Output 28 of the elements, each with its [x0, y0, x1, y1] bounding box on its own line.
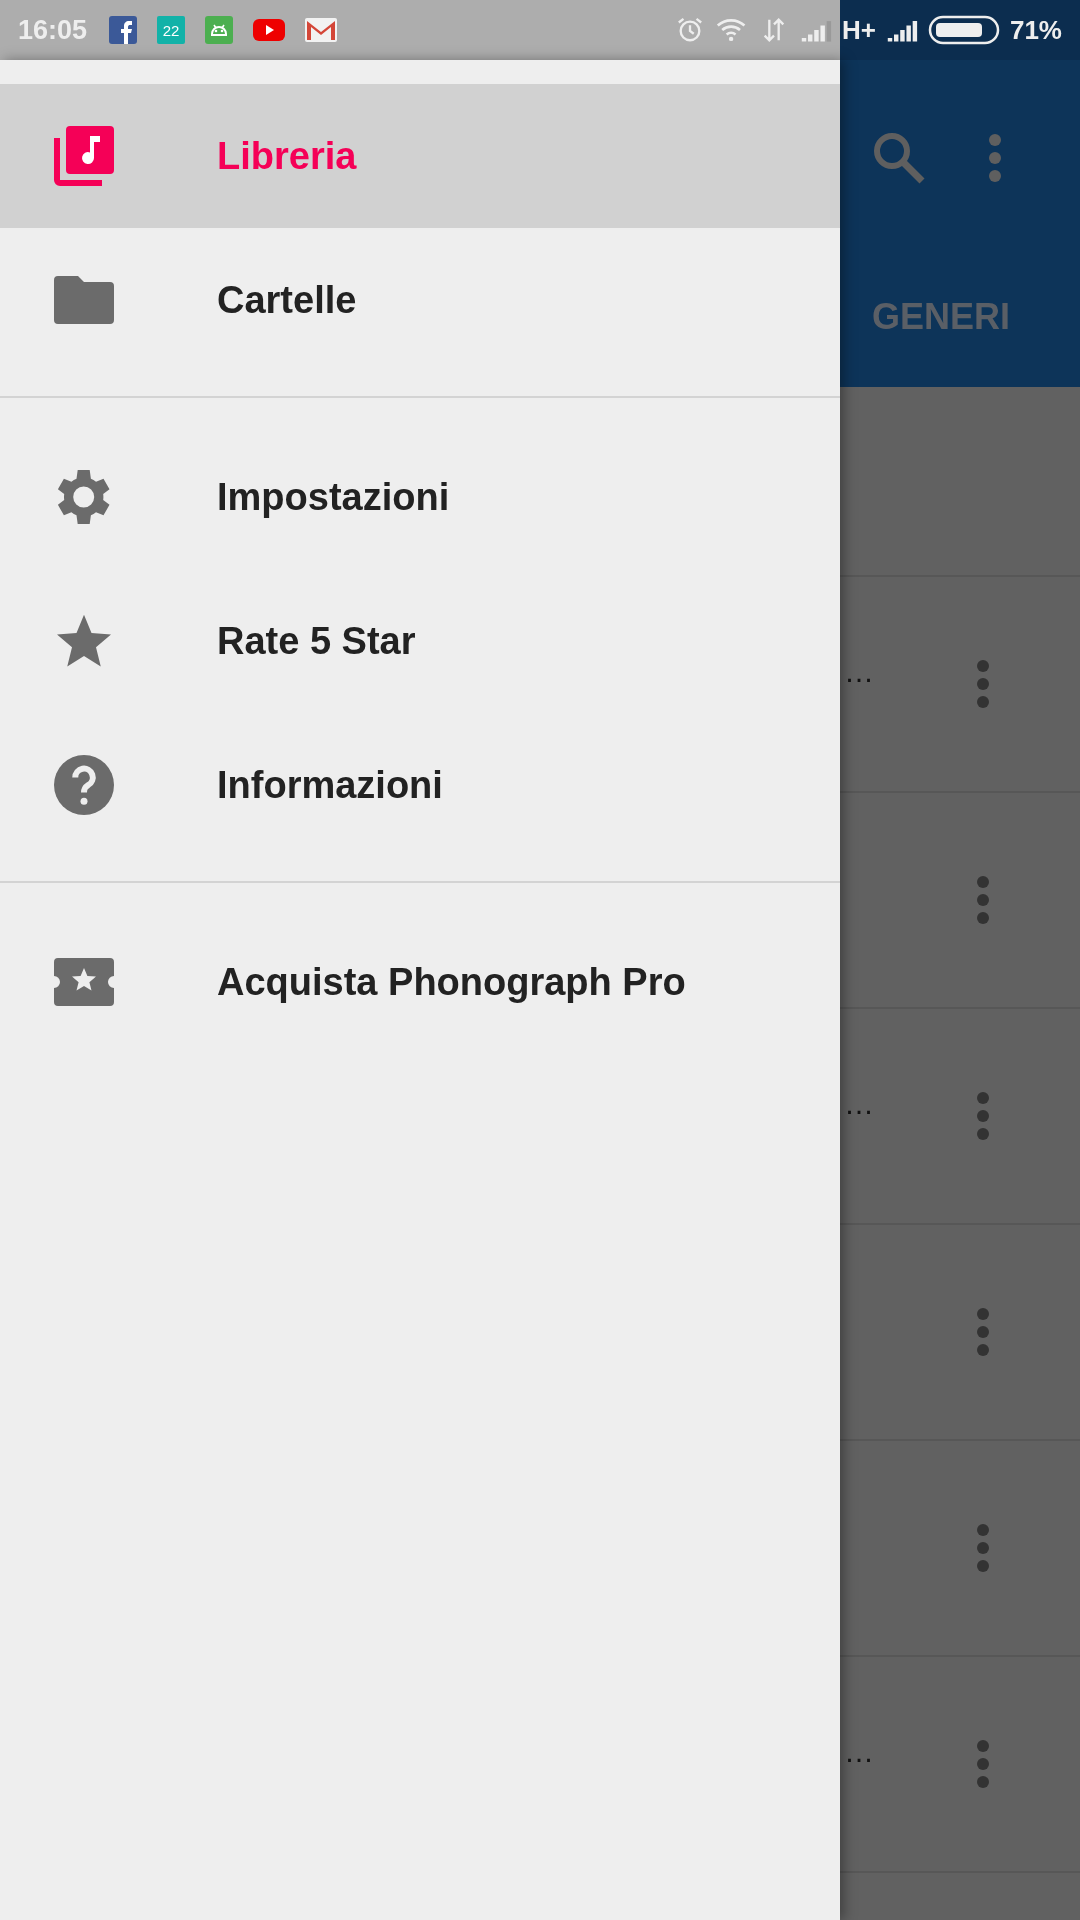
drawer-item[interactable]: Rate 5 Star — [0, 569, 840, 713]
drawer-item[interactable]: Informazioni — [0, 713, 840, 857]
network-type: H+ — [842, 14, 876, 46]
mail-icon — [305, 16, 338, 44]
row-title: … — [844, 1735, 874, 1769]
more-options-icon[interactable] — [976, 1523, 990, 1573]
drawer-item[interactable]: Acquista Phonograph Pro — [0, 910, 840, 1054]
battery-percent: 71% — [1009, 14, 1062, 46]
more-options-icon[interactable] — [976, 1739, 990, 1789]
drawer-item[interactable]: Impostazioni — [0, 425, 840, 569]
help-icon — [54, 755, 114, 815]
row-title: … — [844, 1087, 874, 1121]
drawer-item[interactable]: Cartelle — [0, 228, 840, 372]
more-options-icon[interactable] — [976, 659, 990, 709]
more-options-icon[interactable] — [976, 1307, 990, 1357]
play-icon — [253, 16, 286, 44]
wifi-icon — [716, 16, 748, 44]
search-icon[interactable] — [872, 131, 926, 185]
more-options-icon[interactable] — [988, 133, 1002, 183]
battery-icon — [927, 15, 1000, 45]
row-title: … — [844, 655, 874, 689]
status-time: 16:05 — [18, 14, 88, 46]
android-icon — [205, 16, 234, 44]
facebook-icon — [109, 16, 138, 44]
more-options-icon[interactable] — [976, 1091, 990, 1141]
music-library-icon — [54, 126, 114, 186]
calendar-date-icon: 22 — [157, 16, 186, 44]
more-options-icon[interactable] — [976, 875, 990, 925]
